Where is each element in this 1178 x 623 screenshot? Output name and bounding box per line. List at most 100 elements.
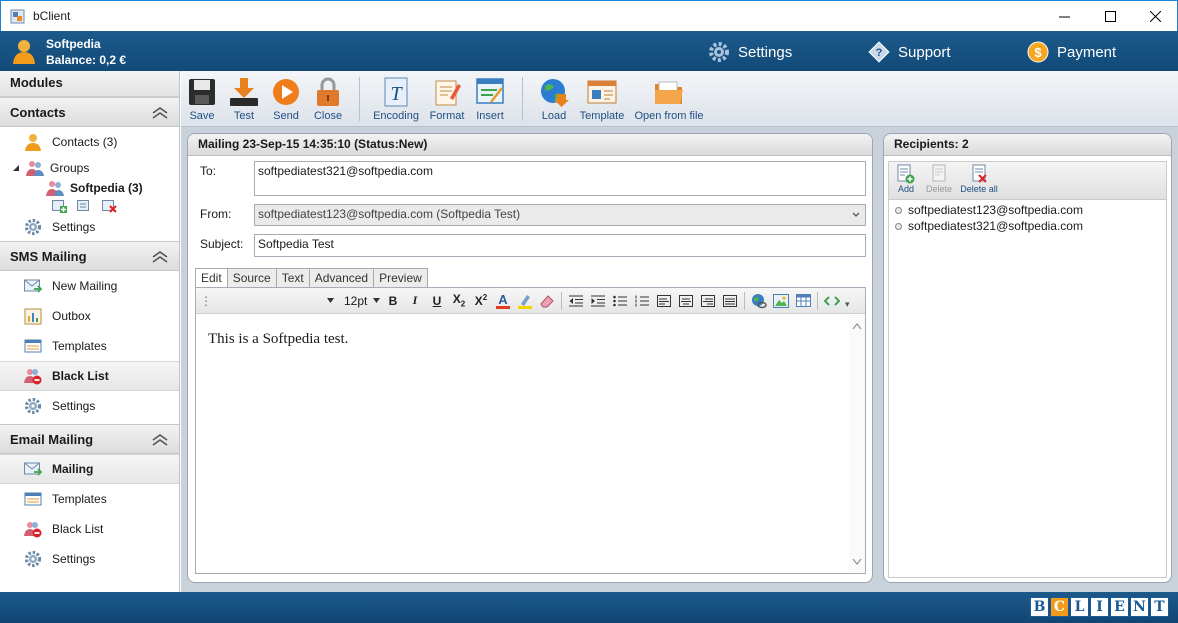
numbered-list-button[interactable]	[631, 291, 653, 311]
html-code-button[interactable]	[821, 291, 843, 311]
sidebar-item-contacts[interactable]: Contacts (3)	[0, 127, 179, 157]
from-dropdown[interactable]: softpediatest123@softpedia.com (Softpedi…	[254, 204, 866, 226]
sidebar-item-sms-templates[interactable]: Templates	[0, 331, 179, 361]
indent-button[interactable]	[587, 291, 609, 311]
format-button[interactable]: Format	[429, 76, 465, 122]
sidebar-item-group-softpedia[interactable]: Softpedia (3)	[0, 179, 179, 197]
superscript-icon: X2	[474, 293, 488, 308]
support-nav-label: Support	[898, 43, 951, 61]
font-family-select[interactable]	[210, 292, 336, 310]
tab-preview[interactable]: Preview	[374, 268, 428, 288]
subscript-icon: X2	[452, 292, 466, 309]
add-recipient-button[interactable]: Add	[893, 164, 919, 194]
scroll-up-icon[interactable]	[852, 323, 862, 330]
logo-letter: E	[1110, 597, 1129, 617]
encoding-button[interactable]: T Encoding	[373, 76, 419, 122]
subject-field[interactable]: Softpedia Test	[254, 234, 866, 257]
delete-group-icon[interactable]	[102, 199, 117, 213]
delete-all-label: Delete all	[960, 184, 998, 194]
eraser-button[interactable]	[536, 291, 558, 311]
main-toolbar: Save Test Send Close T Encoding Format I…	[181, 71, 1178, 127]
edit-group-icon[interactable]	[77, 199, 92, 213]
format-label: Format	[429, 110, 465, 122]
sidebar-item-label: Templates	[52, 339, 107, 353]
add-group-icon[interactable]	[52, 199, 67, 213]
play-send-icon	[273, 79, 299, 105]
toolbar-overflow-icon[interactable]: ▾	[845, 299, 850, 310]
outdent-button[interactable]	[565, 291, 587, 311]
sidebar-item-email-mailing[interactable]: Mailing	[0, 454, 179, 484]
sidebar-item-contacts-settings[interactable]: Settings	[0, 215, 179, 239]
sidebar-item-outbox[interactable]: Outbox	[0, 301, 179, 331]
tree-expanded-icon[interactable]	[12, 164, 20, 172]
minimize-button[interactable]	[1041, 1, 1087, 31]
align-left-button[interactable]	[653, 291, 675, 311]
sidebar-item-label: Templates	[52, 492, 107, 506]
delete-all-recipients-button[interactable]: Delete all	[959, 164, 999, 194]
align-center-button[interactable]	[675, 291, 697, 311]
email-section-header[interactable]: Email Mailing	[0, 424, 179, 454]
bold-button[interactable]: B	[382, 291, 404, 311]
toolbar-grip-icon: ⋮	[200, 293, 212, 308]
maximize-button[interactable]	[1087, 1, 1133, 31]
sidebar-item-email-settings[interactable]: Settings	[0, 544, 179, 574]
collapse-chevron-icon[interactable]	[151, 105, 169, 121]
scroll-down-icon[interactable]	[852, 558, 862, 565]
contacts-section-header[interactable]: Contacts	[0, 97, 179, 127]
modules-title: Modules	[0, 71, 179, 97]
template-button[interactable]: Template	[579, 76, 625, 122]
highlight-button[interactable]	[514, 291, 536, 311]
tab-advanced[interactable]: Advanced	[309, 268, 375, 288]
align-right-button[interactable]	[697, 291, 719, 311]
sidebar-item-label: Settings	[52, 399, 96, 413]
settings-nav-button[interactable]: Settings	[708, 41, 792, 63]
subscript-button[interactable]: X2	[448, 291, 470, 311]
message-body[interactable]: This is a Softpedia test.	[208, 331, 348, 348]
status-bar: B C L I E N T	[0, 592, 1178, 623]
delete-recipient-button[interactable]: Delete	[925, 164, 953, 194]
sidebar-item-new-mailing[interactable]: New Mailing	[0, 271, 179, 301]
tab-edit[interactable]: Edit	[195, 268, 228, 288]
insert-image-button[interactable]	[770, 291, 792, 311]
close-mailing-button[interactable]: Close	[311, 76, 345, 122]
tab-source[interactable]: Source	[227, 268, 277, 288]
italic-button[interactable]: I	[404, 291, 426, 311]
font-size-select[interactable]: 12pt	[340, 292, 382, 310]
payment-nav-button[interactable]: $ Payment	[1027, 41, 1116, 63]
list-item[interactable]: softpediatest321@softpedia.com	[889, 218, 1166, 234]
to-field[interactable]: softpediatest321@softpedia.com	[254, 161, 866, 196]
collapse-chevron-icon[interactable]	[151, 432, 169, 448]
save-button[interactable]: Save	[187, 76, 217, 122]
mailing-title: Mailing 23-Sep-15 14:35:10 (Status:New)	[188, 134, 872, 156]
title-bar: bClient	[0, 0, 1178, 31]
download-test-icon	[230, 78, 258, 106]
underline-button[interactable]: U	[426, 291, 448, 311]
justify-button[interactable]	[719, 291, 741, 311]
html-editor: ⋮ 12pt B I U X2 X2 A ▾ This is a Softped…	[195, 287, 866, 574]
sidebar-item-sms-black-list[interactable]: Black List	[0, 361, 179, 391]
sidebar-item-groups[interactable]: Groups	[0, 157, 179, 179]
tab-text[interactable]: Text	[276, 268, 310, 288]
font-color-button[interactable]: A	[492, 291, 514, 311]
collapse-chevron-icon[interactable]	[151, 249, 169, 265]
superscript-button[interactable]: X2	[470, 291, 492, 311]
list-item[interactable]: softpediatest123@softpedia.com	[889, 202, 1166, 218]
bullet-list-button[interactable]	[609, 291, 631, 311]
close-window-button[interactable]	[1132, 1, 1178, 31]
insert-button[interactable]: Insert	[473, 76, 507, 122]
sidebar-item-email-templates[interactable]: Templates	[0, 484, 179, 514]
send-label: Send	[273, 110, 299, 122]
sms-section-header[interactable]: SMS Mailing	[0, 241, 179, 271]
send-button[interactable]: Send	[269, 76, 303, 122]
load-button[interactable]: Load	[537, 76, 571, 122]
close-label: Close	[313, 110, 343, 122]
insert-link-button[interactable]	[748, 291, 770, 311]
outdent-icon	[569, 295, 583, 306]
sidebar-item-email-black-list[interactable]: Black List	[0, 514, 179, 544]
sidebar-item-sms-settings[interactable]: Settings	[0, 391, 179, 421]
test-button[interactable]: Test	[227, 76, 261, 122]
support-nav-button[interactable]: ? Support	[868, 41, 951, 63]
editor-scrollbar[interactable]	[849, 315, 865, 573]
open-from-file-button[interactable]: Open from file	[633, 76, 705, 122]
insert-table-button[interactable]	[792, 291, 814, 311]
